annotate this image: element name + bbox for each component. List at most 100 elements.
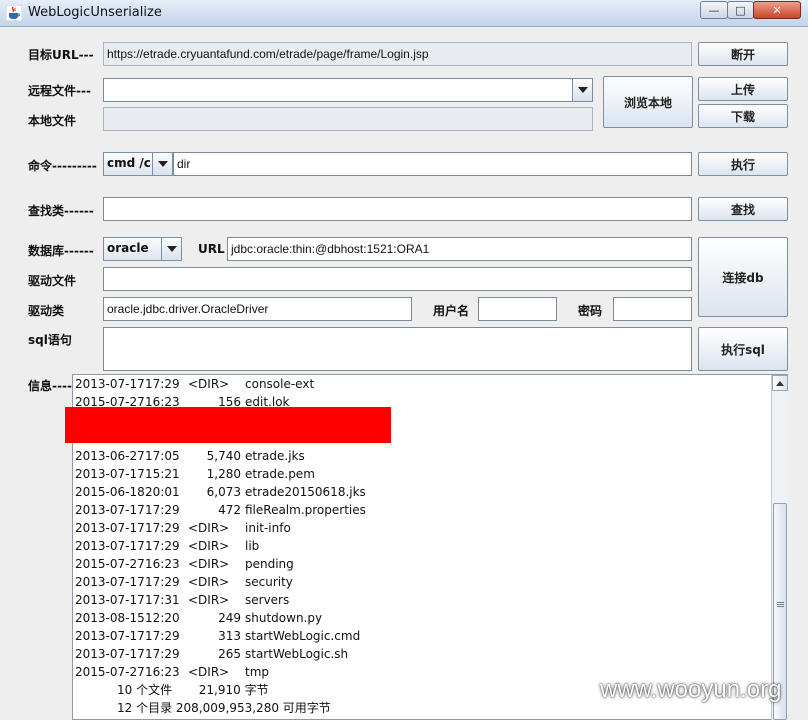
entry-size: 6,073: [206, 485, 241, 499]
grip-icon: [777, 602, 784, 603]
entry-date: 2013-07-17: [75, 575, 145, 589]
entry-date: 2015-07-27: [75, 665, 145, 679]
entry-time: 17:29: [145, 521, 180, 535]
entry-time: 17:29: [145, 539, 180, 553]
remote-file-input[interactable]: [103, 78, 573, 102]
entry-name: console-ext: [245, 377, 315, 391]
window-title: WebLogicUnserialize: [28, 5, 162, 20]
summary-text: 10 个文件 21,910 字节: [117, 683, 269, 697]
entry-time: 17:29: [145, 575, 180, 589]
driver-file-input[interactable]: [103, 267, 692, 291]
output-line: 2013-07-17 17:31 <DIR> servers: [75, 591, 770, 609]
entry-name: startWebLogic.sh: [245, 647, 349, 661]
minimize-button[interactable]: —: [700, 1, 728, 19]
chevron-down-icon: [166, 246, 177, 252]
entry-name: fileRealm.properties: [245, 503, 366, 517]
arrow-up-icon: [776, 380, 784, 386]
output-line: 2015-07-27 16:23 <DIR> pending: [75, 555, 770, 573]
chevron-down-icon: [157, 161, 168, 167]
url-label: URL: [198, 242, 225, 256]
entry-date: 2013-07-17: [75, 521, 145, 535]
password-input[interactable]: [613, 297, 692, 321]
remote-file-label: 远程文件---: [28, 84, 91, 98]
driver-file-label: 驱动文件: [28, 274, 77, 288]
redaction-block: [65, 407, 391, 443]
remote-file-dropdown[interactable]: [572, 78, 593, 102]
upload-button[interactable]: 上传: [698, 77, 788, 101]
db-type-dropdown[interactable]: [161, 237, 182, 261]
database-label: 数据库------: [28, 244, 94, 258]
close-button[interactable]: ✕: [753, 1, 801, 19]
username-input[interactable]: [478, 297, 557, 321]
output-line: 2013-07-17 17:29 startWebLogic.cmd 313: [75, 627, 770, 645]
username-label: 用户名: [433, 304, 470, 318]
entry-name: etrade.pem: [245, 467, 315, 481]
output-line: 2013-07-17 15:21 etrade.pem 1,280: [75, 465, 770, 483]
command-label: 命令---------: [28, 159, 97, 173]
entry-dir-flag: <DIR>: [188, 593, 230, 607]
local-file-field[interactable]: [103, 107, 593, 131]
target-url-field[interactable]: https://etrade.cryuantafund.com/etrade/p…: [103, 42, 692, 66]
entry-date: 2013-07-17: [75, 539, 145, 553]
entry-name: servers: [245, 593, 290, 607]
summary-text: 12 个目录 208,009,953,280 可用字节: [117, 701, 331, 715]
db-url-input[interactable]: jdbc:oracle:thin:@dbhost:1521:ORA1: [227, 237, 692, 261]
execute-command-button[interactable]: 执行: [698, 152, 788, 176]
driver-class-label: 驱动类: [28, 304, 65, 318]
entry-date: 2013-07-17: [75, 377, 145, 391]
output-line: 2013-07-17 17:29 <DIR> lib: [75, 537, 770, 555]
entry-dir-flag: <DIR>: [188, 665, 230, 679]
shell-select[interactable]: cmd /c: [103, 152, 153, 176]
find-class-label: 查找类------: [28, 204, 94, 218]
title-bar[interactable]: WebLogicUnserialize — □ ✕: [0, 0, 808, 27]
password-label: 密码: [578, 304, 603, 318]
entry-dir-flag: <DIR>: [188, 521, 230, 535]
entry-time: 16:23: [145, 665, 180, 679]
target-url-label: 目标URL---: [28, 48, 94, 62]
entry-name: etrade20150618.jks: [245, 485, 366, 499]
driver-class-input[interactable]: oracle.jdbc.driver.OracleDriver: [103, 297, 412, 321]
entry-size: 472: [218, 503, 241, 517]
output-line: 2013-06-27 17:05 etrade.jks 5,740: [75, 447, 770, 465]
execute-sql-button[interactable]: 执行sql: [698, 327, 788, 371]
output-line: 2013-07-17 17:29 fileRealm.properties 472: [75, 501, 770, 519]
output-line: 2013-08-15 12:20 shutdown.py 249: [75, 609, 770, 627]
db-type-select[interactable]: oracle: [103, 237, 162, 261]
watermark: www.wooyun.org: [600, 676, 782, 703]
entry-size: 265: [218, 647, 241, 661]
entry-size: 249: [218, 611, 241, 625]
chevron-down-icon: [577, 87, 588, 93]
entry-dir-flag: <DIR>: [188, 575, 230, 589]
sql-input[interactable]: [103, 327, 692, 371]
entry-size: 1,280: [206, 467, 241, 481]
shell-dropdown[interactable]: [152, 152, 173, 176]
output-line: 2013-07-17 17:29 startWebLogic.sh 265: [75, 645, 770, 663]
entry-name: pending: [245, 557, 294, 571]
entry-size: 313: [218, 629, 241, 643]
command-input[interactable]: dir: [173, 152, 692, 176]
entry-time: 16:23: [145, 557, 180, 571]
entry-name: init-info: [245, 521, 291, 535]
disconnect-button[interactable]: 断开: [698, 42, 788, 66]
entry-date: 2013-07-17: [75, 593, 145, 607]
output-line: 2013-07-17 17:29 <DIR> init-info: [75, 519, 770, 537]
vertical-scrollbar[interactable]: [771, 375, 788, 720]
entry-time: 17:31: [145, 593, 180, 607]
sql-label: sql语句: [28, 333, 72, 347]
entry-time: 17:29: [145, 377, 180, 391]
entry-name: startWebLogic.cmd: [245, 629, 361, 643]
entry-dir-flag: <DIR>: [188, 539, 230, 553]
output-line: 2013-07-17 17:29 <DIR> console-ext: [75, 375, 770, 393]
connect-db-button[interactable]: 连接db: [698, 237, 788, 317]
find-class-input[interactable]: [103, 197, 692, 221]
download-button[interactable]: 下载: [698, 104, 788, 128]
java-cup-icon: [6, 5, 22, 21]
browse-local-button[interactable]: 浏览本地: [603, 76, 693, 128]
entry-dir-flag: <DIR>: [188, 377, 230, 391]
maximize-button[interactable]: □: [727, 1, 754, 19]
find-button[interactable]: 查找: [698, 197, 788, 221]
entry-name: shutdown.py: [245, 611, 323, 625]
scroll-up-button[interactable]: [772, 375, 788, 391]
info-label: 信息----: [28, 379, 72, 393]
entry-name: etrade.jks: [245, 449, 305, 463]
